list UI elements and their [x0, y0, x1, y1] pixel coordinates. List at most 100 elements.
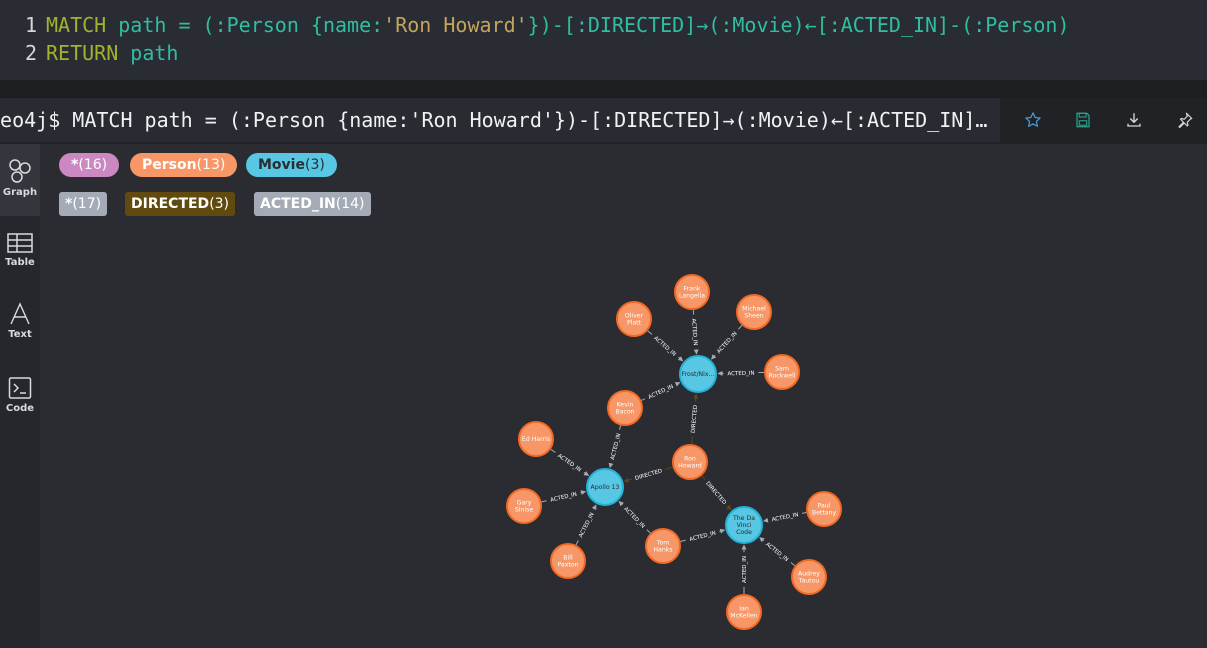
node-caption: Langella	[679, 293, 705, 300]
relationship-label: ACTED_IN	[764, 542, 789, 564]
node-caption: Tom	[656, 540, 670, 547]
relationship-acted-in[interactable]: ACTED_IN	[680, 528, 726, 543]
sidebar-item-code[interactable]: Code	[0, 376, 40, 428]
movie-node-davinci[interactable]: The DaVinciCode	[725, 506, 763, 544]
query-editor[interactable]: 1 MATCH path = (:Person {name:'Ron Howard…	[0, 0, 1207, 80]
legend-label-movie[interactable]: Movie(3)	[246, 153, 337, 177]
download-button[interactable]	[1120, 106, 1148, 134]
result-frame-header: neo4j$ MATCH path = (:Person {name:'Ron …	[0, 98, 1207, 144]
sidebar-item-label: Text	[8, 329, 32, 340]
relationship-line	[641, 398, 646, 401]
relationship-acted-in[interactable]: ACTED_IN	[575, 504, 597, 546]
person-node-frank[interactable]: FrankLangella	[674, 274, 710, 310]
movie-node-frost[interactable]: Frost/Nix...	[679, 355, 717, 393]
save-button[interactable]	[1069, 106, 1097, 134]
node-caption: Michael	[742, 306, 766, 313]
relationship-label: ACTED_IN	[652, 336, 676, 358]
relationship-acted-in[interactable]: ACTED_IN	[550, 448, 589, 476]
relationship-acted-in[interactable]: ACTED_IN	[608, 425, 623, 469]
relationship-line	[677, 356, 684, 362]
person-node-michael[interactable]: MichaelSheen	[736, 294, 772, 330]
relationship-acted-in[interactable]: ACTED_IN	[618, 500, 651, 534]
graph-canvas[interactable]: DIRECTED DIRECTED DIRECTED ACTED_IN ACTED_IN…	[40, 226, 1207, 648]
editor-line-2: 2 RETURN path	[0, 39, 179, 67]
relationship-label: ACTED_IN	[716, 331, 739, 355]
node-caption: Bettany	[812, 510, 837, 517]
legend-rel-directed[interactable]: DIRECTED(3)	[125, 192, 236, 216]
relationship-line	[618, 500, 624, 507]
download-icon	[1127, 113, 1141, 127]
relationship-label: ACTED_IN	[578, 512, 595, 539]
relationship-label: ACTED_IN	[690, 318, 698, 345]
relationship-label: ACTED_IN	[727, 371, 754, 378]
person-node-kevin[interactable]: KevinBacon	[607, 390, 643, 426]
code-text: path = (:Person {name:	[106, 13, 384, 37]
legend-label-all[interactable]: *(16)	[59, 153, 120, 177]
graph-icon	[9, 159, 31, 183]
relationship-line	[619, 425, 622, 430]
sidebar-item-text[interactable]: Text	[0, 302, 40, 354]
relationship-label: DIRECTED	[634, 468, 663, 482]
relationship-acted-in[interactable]: ACTED_IN	[717, 371, 765, 378]
node-caption: Ed Harris	[522, 436, 550, 443]
relationship-line	[726, 504, 732, 511]
graph-legend: *(16) Person(13) Movie(3) *(17) DIRECTED…	[40, 144, 1207, 226]
graph-visualization[interactable]: DIRECTED DIRECTED DIRECTED ACTED_IN ACTED_IN…	[40, 226, 1207, 648]
relationship-acted-in[interactable]: ACTED_IN	[759, 537, 796, 567]
table-icon	[7, 233, 33, 253]
relationship-acted-in[interactable]: ACTED_IN	[763, 512, 807, 523]
person-node-ed[interactable]: Ed Harris	[518, 421, 554, 457]
person-node-sam[interactable]: SamRockwell	[764, 354, 800, 390]
node-caption: The Da	[732, 515, 755, 522]
relationship-label: DIRECTED	[704, 481, 727, 506]
frame-query-title[interactable]: neo4j$ MATCH path = (:Person {name:'Ron …	[0, 98, 1000, 142]
person-node-oliver[interactable]: OliverPlatt	[616, 301, 652, 337]
legend-rel-acted-in[interactable]: ACTED_IN(14)	[254, 192, 371, 216]
relationship-directed[interactable]: DIRECTED	[701, 475, 732, 511]
node-caption: McKellen	[730, 613, 758, 620]
node-caption: Sam	[775, 366, 789, 373]
relationship-label: ACTED_IN	[689, 530, 717, 543]
node-caption: Tautou	[798, 578, 820, 585]
relationship-acted-in[interactable]: ACTED_IN	[741, 544, 748, 594]
node-caption: Howard	[678, 463, 702, 470]
relationship-line	[583, 470, 589, 476]
relationship-acted-in[interactable]: ACTED_IN	[711, 325, 743, 360]
person-node-audrey[interactable]: AudreyTautou	[791, 559, 827, 595]
relationship-label: ACTED_IN	[647, 384, 674, 401]
sidebar-item-label: Table	[5, 257, 35, 268]
person-node-gary[interactable]: GarySinise	[506, 488, 542, 524]
relationship-line	[701, 475, 706, 480]
relationship-label: ACTED_IN	[742, 556, 748, 583]
relationship-line	[591, 504, 597, 511]
code-text: path	[118, 41, 179, 65]
sidebar-item-label: Code	[5, 403, 35, 414]
relationship-directed[interactable]: DIRECTED	[691, 393, 700, 445]
relationship-line	[691, 436, 693, 445]
relationship-label: ACTED_IN	[556, 453, 582, 473]
person-node-bill[interactable]: BillPaxton	[550, 543, 586, 579]
sidebar-item-table[interactable]: Table	[0, 232, 40, 284]
relationship-line	[680, 539, 686, 542]
relationship-line	[719, 528, 726, 534]
relationship-acted-in[interactable]: ACTED_IN	[541, 490, 587, 504]
relationship-directed[interactable]: DIRECTED	[623, 466, 673, 483]
relationship-label: ACTED_IN	[771, 512, 799, 523]
movie-node-apollo[interactable]: Apollo 13	[586, 468, 624, 506]
relationship-acted-in[interactable]: ACTED_IN	[647, 330, 684, 362]
person-node-paul[interactable]: PaulBettany	[806, 491, 842, 527]
relationship-acted-in[interactable]: ACTED_IN	[641, 381, 681, 401]
relationship-line	[801, 512, 807, 514]
person-node-ian[interactable]: IanMcKellen	[726, 594, 762, 630]
code-icon	[8, 377, 32, 399]
sidebar-item-graph[interactable]: Graph	[0, 144, 40, 216]
person-node-ron[interactable]: RonHoward	[672, 444, 708, 480]
legend-label-person[interactable]: Person(13)	[130, 153, 238, 177]
legend-rel-all[interactable]: *(17)	[59, 192, 108, 216]
node-caption: Ron	[684, 456, 696, 463]
code-string: 'Ron Howard'	[383, 13, 528, 37]
person-node-tom[interactable]: TomHanks	[645, 528, 681, 564]
relationship-acted-in[interactable]: ACTED_IN	[690, 309, 699, 355]
favorite-button[interactable]	[1019, 106, 1047, 134]
pin-button[interactable]	[1171, 106, 1199, 134]
